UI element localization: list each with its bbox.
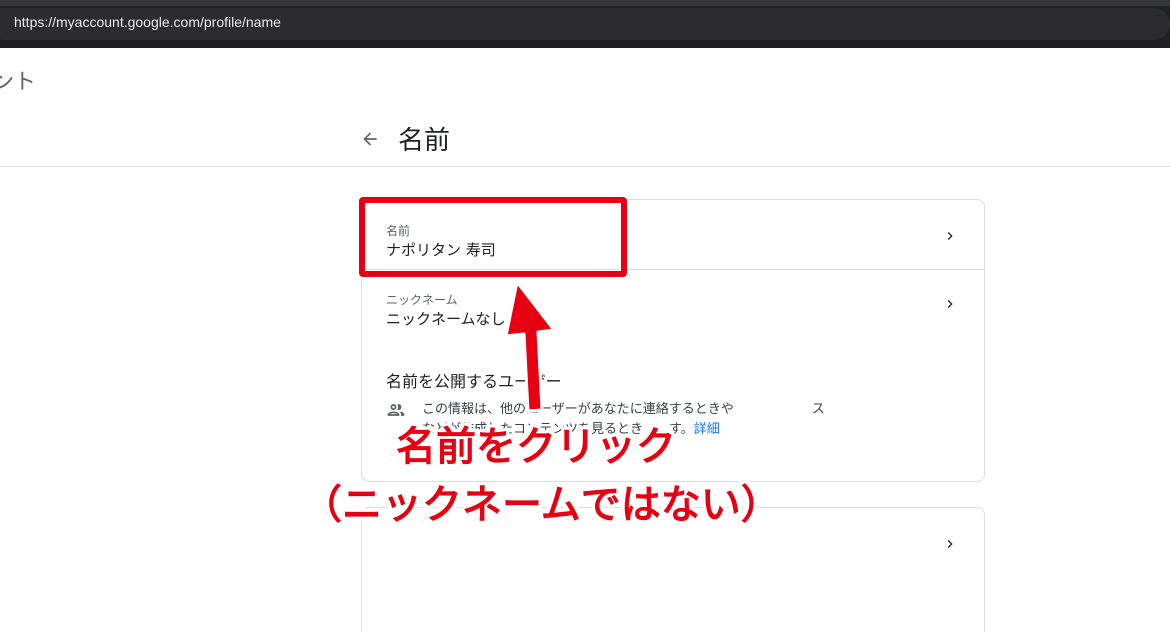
header-divider — [0, 166, 1170, 167]
annotation-click-name: 名前をクリック — [396, 424, 676, 470]
arrow-left-icon — [363, 132, 377, 146]
highlight-box — [359, 197, 627, 277]
nickname-row[interactable]: ニックネーム ニックネームなし — [362, 270, 984, 334]
annotation-not-nickname: （ニックネームではない） — [302, 482, 781, 528]
url-text[interactable]: https://myaccount.google.com/profile/nam… — [14, 14, 281, 30]
chevron-right-icon — [947, 540, 953, 548]
back-button[interactable] — [356, 125, 384, 153]
browser-toolbar: https://myaccount.google.com/profile/nam… — [0, 0, 1170, 48]
app-title: ント — [0, 70, 37, 95]
page-title: 名前 — [398, 126, 451, 156]
nickname-row-label: ニックネーム — [386, 293, 458, 307]
chevron-right-icon — [947, 232, 953, 240]
learn-more-link[interactable]: 詳細 — [694, 422, 720, 437]
chevron-right-icon — [947, 300, 953, 308]
visibility-heading: 名前を公開するユーザー — [386, 372, 562, 391]
nickname-row-value: ニックネームなし — [386, 310, 506, 328]
browser-tabstrip-edge — [0, 0, 1170, 6]
